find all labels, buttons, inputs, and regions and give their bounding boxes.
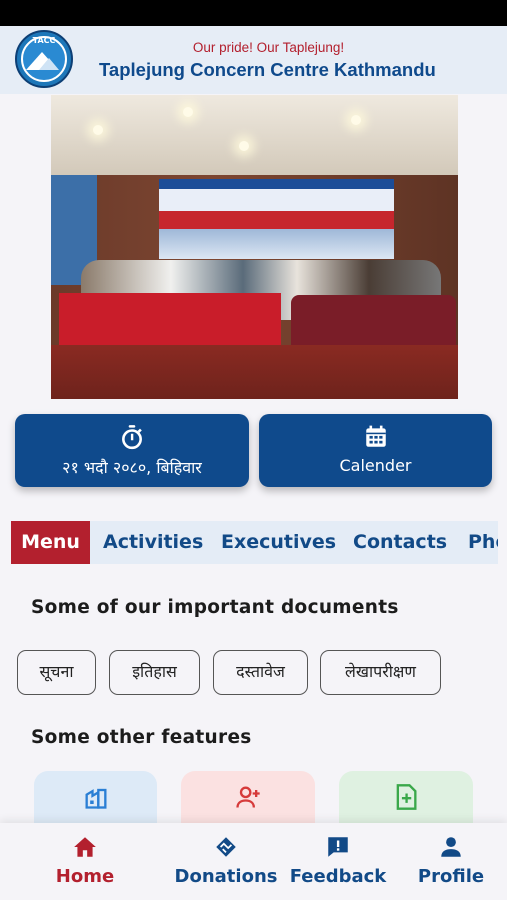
calendar-icon	[365, 425, 386, 447]
stopwatch-icon	[122, 425, 142, 450]
feature-add-member[interactable]	[181, 771, 315, 823]
features-title: Some other features	[31, 727, 252, 748]
chip-documents[interactable]: दस्तावेज	[213, 650, 308, 695]
nav-home[interactable]: Home	[30, 823, 140, 900]
app-header: TACC Our pride! Our Taplejung! Taplejung…	[0, 26, 507, 94]
feature-add-document[interactable]	[339, 771, 473, 823]
org-name: Taplejung Concern Centre Kathmandu	[99, 59, 436, 80]
date-label: २१ भदौ २०८०, बिहिवार	[62, 458, 202, 477]
status-bar	[0, 0, 507, 26]
section-tabs: Menu Activities Executives Contacts Phot…	[11, 521, 498, 564]
feedback-icon	[328, 837, 348, 857]
nav-profile-label: Profile	[417, 866, 485, 887]
nav-donations[interactable]: Donations	[170, 823, 282, 900]
nav-feedback-label: Feedback	[289, 866, 387, 887]
date-button[interactable]: २१ भदौ २०८०, बिहिवार	[15, 414, 249, 487]
documents-title: Some of our important documents	[31, 597, 399, 618]
handshake-icon	[216, 837, 236, 857]
event-photo	[51, 95, 458, 399]
chip-notice[interactable]: सूचना	[17, 650, 96, 695]
organization-icon	[85, 788, 107, 809]
tagline: Our pride! Our Taplejung!	[192, 40, 345, 55]
feature-organization[interactable]	[34, 771, 157, 823]
nav-profile[interactable]: Profile	[396, 823, 506, 900]
nav-feedback[interactable]: Feedback	[282, 823, 394, 900]
home-icon	[74, 837, 96, 857]
chip-audit[interactable]: लेखापरीक्षण	[320, 650, 441, 695]
nav-home-label: Home	[55, 866, 115, 887]
chip-history[interactable]: इतिहास	[109, 650, 200, 695]
profile-icon	[441, 837, 461, 857]
tab-activities[interactable]: Activities	[103, 521, 203, 564]
tab-menu[interactable]: Menu	[11, 521, 90, 564]
tab-contacts[interactable]: Contacts	[353, 521, 447, 564]
calendar-button[interactable]: Calender	[259, 414, 492, 487]
add-member-icon	[236, 786, 260, 808]
bottom-nav: Home Donations Feedback Profile	[0, 823, 507, 900]
add-document-icon	[396, 784, 417, 810]
calendar-label: Calender	[339, 456, 412, 475]
tab-executives[interactable]: Executives	[221, 521, 336, 564]
tab-photos[interactable]: Photos	[468, 521, 498, 564]
nav-donations-label: Donations	[174, 866, 278, 887]
tacc-logo: TACC	[15, 30, 73, 88]
